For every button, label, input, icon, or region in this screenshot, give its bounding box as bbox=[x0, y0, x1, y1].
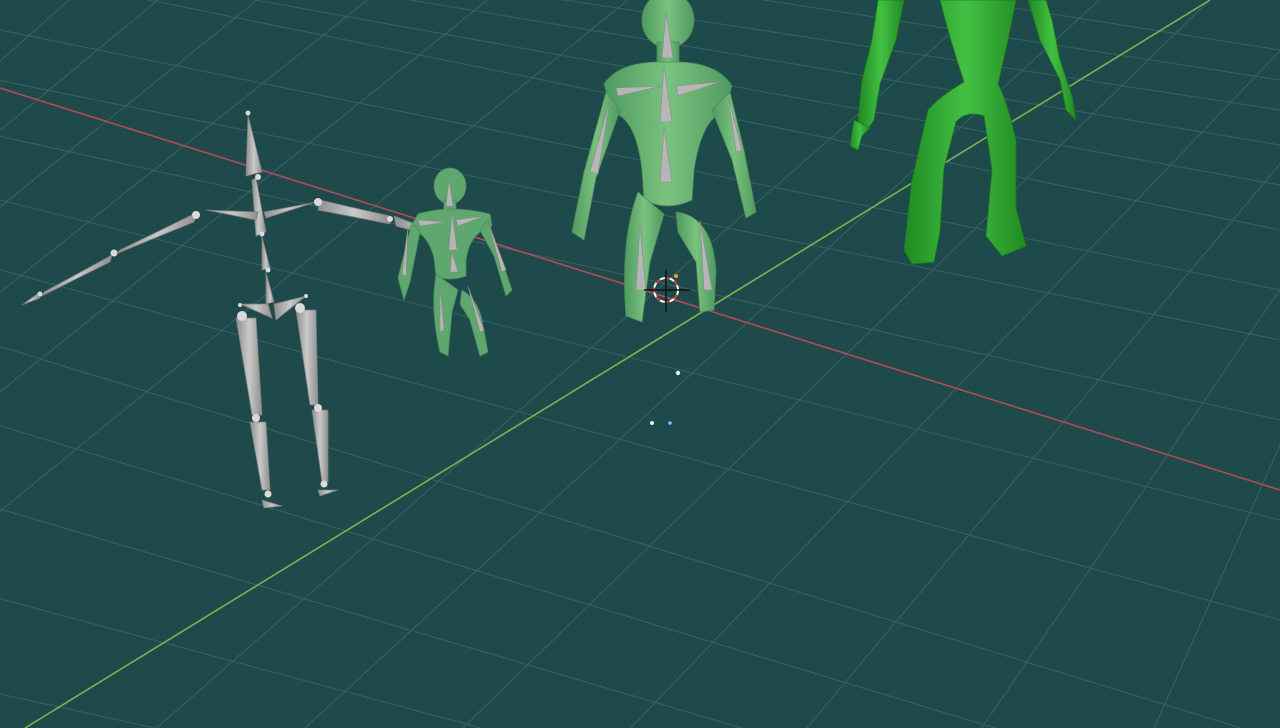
light-point-icon[interactable] bbox=[650, 421, 654, 425]
light-point-icon[interactable] bbox=[675, 370, 681, 376]
light-point-icon[interactable] bbox=[668, 421, 672, 425]
viewport-canvas[interactable] bbox=[0, 0, 1280, 728]
3d-viewport[interactable] bbox=[0, 0, 1280, 728]
